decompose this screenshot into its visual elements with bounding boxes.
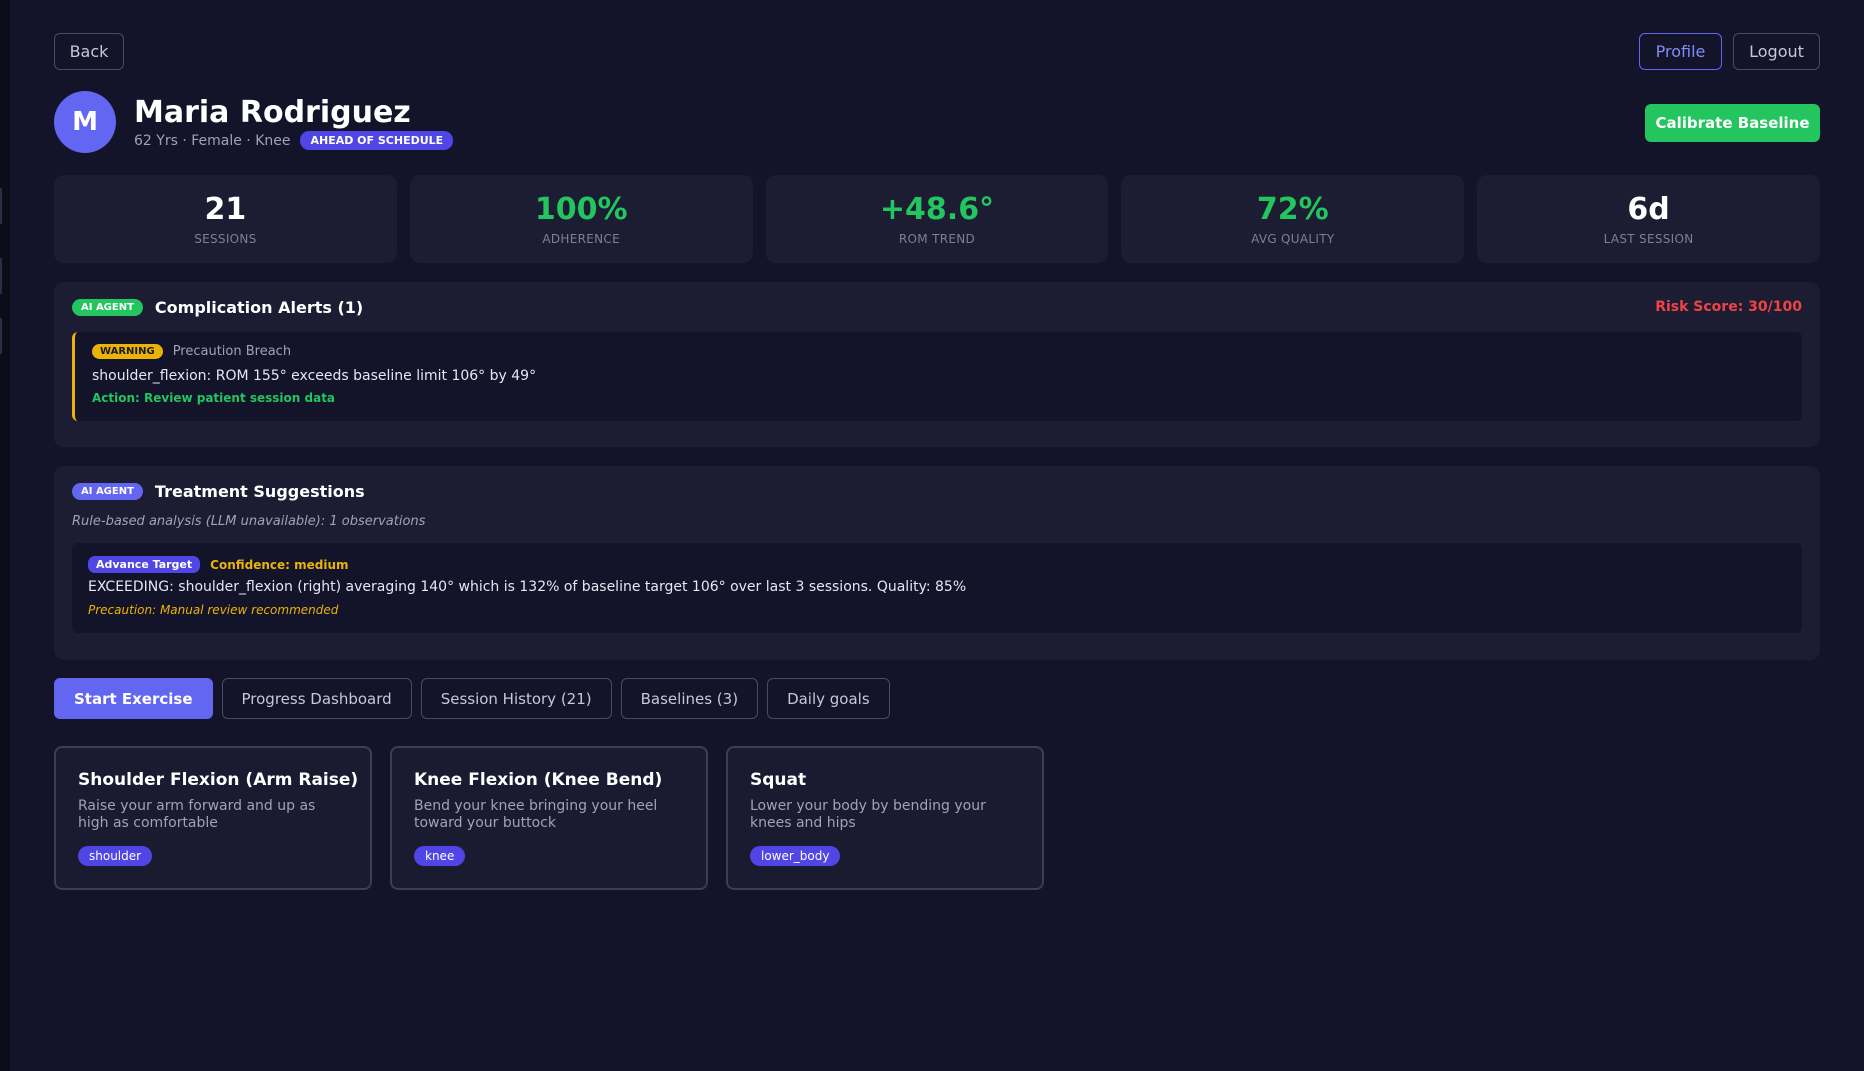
exercise-description: Raise your arm forward and up as high as…	[78, 798, 316, 831]
alert-header: WARNING Precaution Breach	[92, 344, 291, 359]
exercise-title: Shoulder Flexion (Arm Raise)	[78, 770, 359, 790]
alert-card: WARNING Precaution Breach shoulder_flexi…	[72, 332, 1802, 421]
stat-label: SESSIONS	[194, 231, 257, 246]
warning-badge: WARNING	[92, 344, 163, 359]
stat-label: AVG QUALITY	[1251, 231, 1335, 246]
exercise-card-knee-flexion[interactable]: Knee Flexion (Knee Bend) Bend your knee …	[390, 746, 708, 890]
stats-row: 21 SESSIONS 100% ADHERENCE +48.6° ROM TR…	[54, 175, 1820, 263]
exercise-title: Knee Flexion (Knee Bend)	[414, 770, 663, 790]
stat-value: 72%	[1256, 191, 1329, 227]
edge-marker	[0, 318, 2, 354]
panel-header: AI AGENT Treatment Suggestions	[72, 482, 365, 501]
panel-header: AI AGENT Complication Alerts (1)	[72, 298, 363, 317]
stat-rom-trend: +48.6° ROM TREND	[765, 175, 1109, 263]
exercise-cards: Shoulder Flexion (Arm Raise) Raise your …	[54, 746, 1044, 890]
confidence-label: Confidence: medium	[210, 557, 349, 572]
stat-value: 100%	[534, 191, 628, 227]
exercise-tag: shoulder	[78, 846, 153, 866]
stat-label: ROM TREND	[898, 231, 976, 246]
ai-agent-badge: AI AGENT	[72, 299, 143, 316]
treatment-suggestions-panel: AI AGENT Treatment Suggestions Rule-base…	[54, 466, 1820, 660]
suggestion-message: EXCEEDING: shoulder_flexion (right) aver…	[88, 579, 967, 595]
alert-action: Action: Review patient session data	[92, 391, 336, 405]
status-badge: AHEAD OF SCHEDULE	[300, 131, 454, 150]
calibrate-baseline-button[interactable]: Calibrate Baseline	[1645, 104, 1820, 142]
patient-header: M Maria Rodriguez 62 Yrs · Female · Knee…	[54, 91, 1820, 155]
stat-last-session: 6d LAST SESSION	[1477, 175, 1820, 263]
stat-adherence: 100% ADHERENCE	[409, 175, 753, 263]
tab-progress-dashboard[interactable]: Progress Dashboard	[221, 678, 412, 719]
suggestion-card: Advance Target Confidence: medium EXCEED…	[72, 543, 1802, 633]
tab-baselines[interactable]: Baselines (3)	[620, 678, 759, 719]
tab-daily-goals[interactable]: Daily goals	[767, 678, 890, 719]
patient-meta-row: 62 Yrs · Female · Knee AHEAD OF SCHEDULE	[134, 131, 454, 150]
back-button[interactable]: Back	[54, 33, 124, 70]
tab-session-history[interactable]: Session History (21)	[420, 678, 612, 719]
panel-title: Treatment Suggestions	[154, 482, 365, 501]
ai-agent-badge: AI AGENT	[72, 483, 143, 500]
stat-label: LAST SESSION	[1603, 231, 1694, 246]
exercise-description: Lower your body by bending your knees an…	[750, 798, 986, 831]
stat-value: +48.6°	[879, 191, 995, 227]
exercise-tag: lower_body	[750, 846, 841, 866]
stat-value: 6d	[1627, 191, 1670, 227]
stat-avg-quality: 72% AVG QUALITY	[1121, 175, 1465, 263]
edge-marker	[0, 188, 2, 224]
suggestion-header: Advance Target Confidence: medium	[88, 556, 349, 573]
panel-title: Complication Alerts (1)	[154, 298, 364, 317]
exercise-card-shoulder-flexion[interactable]: Shoulder Flexion (Arm Raise) Raise your …	[54, 746, 372, 890]
suggestion-tag: Advance Target	[88, 556, 201, 573]
top-bar: Back Profile Logout	[54, 33, 1820, 70]
complication-alerts-panel: AI AGENT Complication Alerts (1) Risk Sc…	[54, 282, 1820, 447]
exercise-card-squat[interactable]: Squat Lower your body by bending your kn…	[726, 746, 1044, 890]
edge-marker	[0, 258, 2, 294]
stat-sessions: 21 SESSIONS	[54, 175, 397, 263]
exercise-title: Squat	[750, 770, 807, 790]
exercise-description: Bend your knee bringing your heel toward…	[414, 798, 658, 831]
risk-score: Risk Score: 30/100	[1655, 299, 1802, 315]
stat-label: ADHERENCE	[542, 231, 620, 246]
left-edge-strip	[0, 0, 10, 1071]
logout-button[interactable]: Logout	[1733, 33, 1820, 70]
profile-button[interactable]: Profile	[1639, 33, 1722, 70]
alert-type: Precaution Breach	[172, 344, 292, 359]
patient-meta: 62 Yrs · Female · Knee	[134, 132, 291, 149]
alert-message: shoulder_flexion: ROM 155° exceeds basel…	[92, 368, 537, 384]
avatar: M	[54, 91, 116, 153]
treatment-subtitle: Rule-based analysis (LLM unavailable): 1…	[72, 514, 426, 529]
suggestion-precaution: Precaution: Manual review recommended	[88, 603, 339, 617]
tab-start-exercise[interactable]: Start Exercise	[54, 678, 213, 719]
patient-name: Maria Rodriguez	[134, 95, 411, 130]
exercise-tag: knee	[414, 846, 466, 866]
stat-value: 21	[204, 191, 247, 227]
tab-bar: Start Exercise Progress Dashboard Sessio…	[54, 678, 890, 719]
